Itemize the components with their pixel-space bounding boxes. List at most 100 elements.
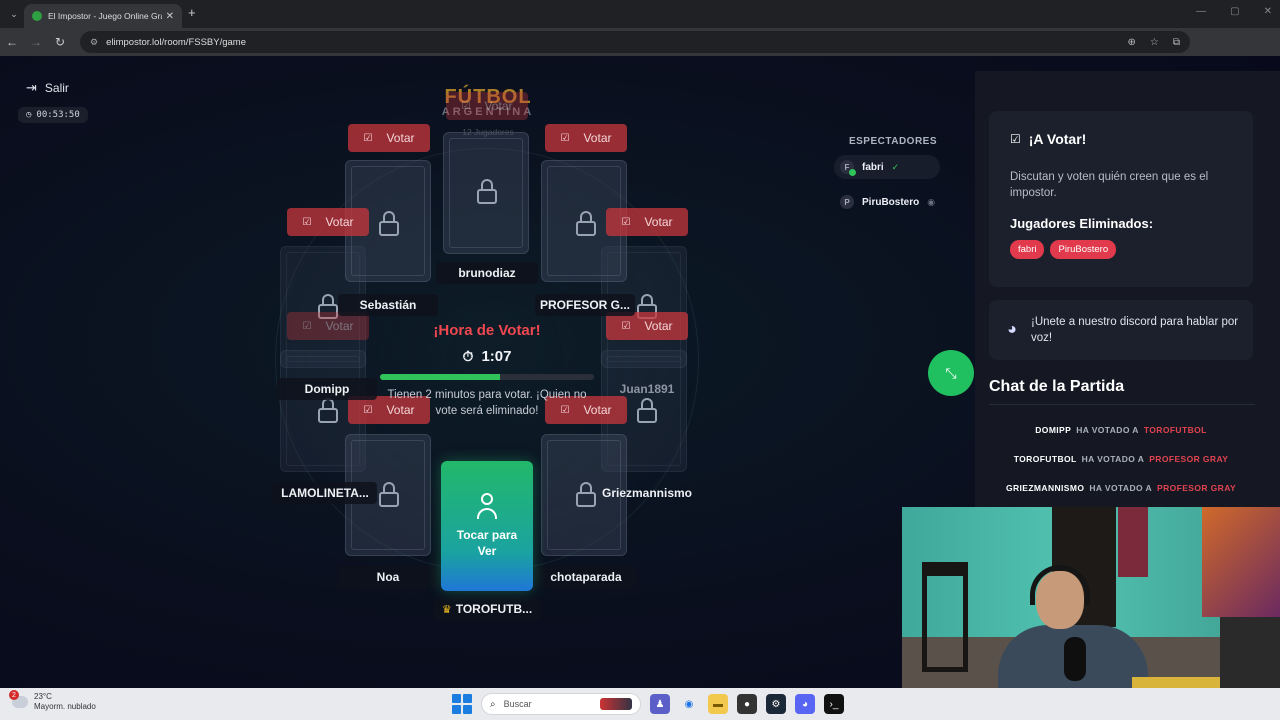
ballot-icon: ☑ xyxy=(1010,132,1021,146)
weather-widget[interactable]: 2 23°C Mayorm. nublado xyxy=(9,690,96,712)
browser-tab[interactable]: El Impostor - Juego Online Gra ✕ xyxy=(24,4,182,28)
clock-icon: ◷ xyxy=(26,110,32,120)
player-name: chotaparada xyxy=(536,566,636,588)
spectators-heading: ESPECTADORES xyxy=(848,136,938,147)
stopwatch-icon: ⏱ xyxy=(462,348,474,364)
discord-icon: ◕ xyxy=(1007,321,1017,338)
eye-icon: ◉ xyxy=(927,196,936,207)
lock-icon xyxy=(636,398,658,424)
vote-button[interactable]: ☑ Votar xyxy=(446,92,528,120)
new-tab-icon[interactable]: + xyxy=(188,5,196,20)
lock-icon xyxy=(476,179,498,205)
zoom-icon[interactable]: ⊕ xyxy=(1128,37,1136,48)
lock-icon xyxy=(378,211,400,237)
arrows-icon: ⤡ xyxy=(945,364,957,381)
vote-progress-bar xyxy=(380,374,594,380)
back-icon[interactable]: ← xyxy=(0,35,24,49)
teams-icon[interactable]: ♟ xyxy=(650,694,670,714)
eliminated-chip: PiruBostero xyxy=(1050,240,1117,259)
collapse-panel-button[interactable]: ⤡ xyxy=(928,350,974,396)
vote-button[interactable]: ☑ Votar xyxy=(348,124,430,152)
vote-description: Discutan y voten quién creen que es el i… xyxy=(1010,171,1209,199)
maximize-icon[interactable]: ▢ xyxy=(1230,6,1239,17)
taskbar-search[interactable]: ⌕ Buscar xyxy=(481,693,641,715)
ballot-icon: ☑ xyxy=(302,216,312,228)
search-placeholder: Buscar xyxy=(503,699,532,709)
player-name: Griezmannismo xyxy=(601,486,693,500)
vote-button[interactable]: ☑ Votar xyxy=(606,312,688,340)
weather-condition: Mayorm. nublado xyxy=(34,702,96,711)
chrome-icon[interactable]: ◉ xyxy=(679,694,699,714)
player-name: brunodiaz xyxy=(436,262,538,284)
ballot-icon: ☑ xyxy=(621,216,631,228)
tab-close-icon[interactable]: ✕ xyxy=(166,11,174,22)
search-highlight-icon xyxy=(600,698,632,710)
exit-label: Salir xyxy=(44,81,69,95)
file-explorer-icon[interactable]: ▬ xyxy=(708,694,728,714)
vote-info-card: ☑ ¡A Votar! Discutan y voten quién creen… xyxy=(989,111,1253,287)
discord-taskbar-icon[interactable]: ◕ xyxy=(795,694,815,714)
forward-icon[interactable]: → xyxy=(24,35,48,49)
extensions-icon[interactable]: ⧉ xyxy=(1173,37,1180,48)
countdown-value: 1:07 xyxy=(481,348,512,365)
player-name: PROFESOR G... xyxy=(535,294,635,316)
elapsed-time: 00:53:50 xyxy=(36,110,80,120)
vote-button[interactable]: ☑ Votar xyxy=(287,208,369,236)
reveal-label: Tocar para Ver xyxy=(456,528,518,558)
spectator-name: fabri xyxy=(862,161,884,173)
chat-message: DOMIPP HA VOTADO A TOROFUTBOL xyxy=(1035,425,1207,435)
url-text: elimpostor.lol/room/FSSBY/game xyxy=(106,36,246,48)
player-count: 12 Jugadores xyxy=(462,127,514,137)
crown-icon: ♛ xyxy=(441,603,452,616)
tab-title: El Impostor - Juego Online Gra xyxy=(48,11,162,21)
divider xyxy=(989,404,1255,405)
exit-button[interactable]: ⇥ Salir xyxy=(26,80,69,96)
bookmark-star-icon[interactable]: ☆ xyxy=(1150,37,1159,48)
avatar: P xyxy=(840,195,854,209)
lock-icon xyxy=(317,398,339,424)
discord-banner[interactable]: ◕ ¡Unete a nuestro discord para hablar p… xyxy=(989,300,1253,360)
lock-icon xyxy=(575,211,597,237)
spectators-list: ESPECTADORES F fabri ✓ P PiruBostero ◉ xyxy=(834,136,952,225)
minimize-icon[interactable]: — xyxy=(1196,6,1206,17)
temperature: 23°C xyxy=(34,692,52,701)
voting-status: ¡Hora de Votar! ⏱ 1:07 Tienen 2 minutos … xyxy=(380,322,594,419)
spectator-item: P PiruBostero ◉ xyxy=(834,190,952,214)
voting-heading: ¡Hora de Votar! xyxy=(433,322,541,339)
cloud-icon: 2 xyxy=(9,690,28,708)
terminal-icon[interactable]: ›_ xyxy=(824,694,844,714)
player-name: Sebastián xyxy=(338,294,438,316)
tab-search-icon[interactable]: ⌄ xyxy=(5,5,23,23)
avatar: F xyxy=(840,160,856,176)
reload-icon[interactable]: ↻ xyxy=(48,35,72,49)
window-controls: — ▢ ✕ xyxy=(1196,6,1272,17)
countdown: ⏱ 1:07 xyxy=(380,348,594,365)
check-circle-icon: ✓ xyxy=(891,161,900,172)
chat-list: DOMIPP HA VOTADO A TOROFUTBOL TOROFUTBOL HA… xyxy=(989,425,1253,512)
player-name: Domipp xyxy=(277,378,377,400)
reveal-role-card[interactable]: Tocar para Ver xyxy=(441,461,533,591)
vote-button[interactable]: ☑ Votar xyxy=(545,124,627,152)
player-name: LAMOLINETA... xyxy=(273,482,377,504)
ballot-icon: ☑ xyxy=(621,320,631,332)
eliminated-list: fabri PiruBostero xyxy=(1010,240,1232,259)
steam-icon[interactable]: ⚙ xyxy=(766,694,786,714)
lock-icon xyxy=(575,482,597,508)
vote-button[interactable]: ☑ Votar xyxy=(606,208,688,236)
vote-button[interactable]: ☑ Votar xyxy=(287,312,369,340)
vote-progress-fill xyxy=(380,374,500,380)
site-info-icon[interactable]: ⚙ xyxy=(90,37,98,48)
player-name: Juan1891 xyxy=(619,382,675,396)
address-bar[interactable]: ⚙ elimpostor.lol/room/FSSBY/game ⊕ ☆ ⧉ xyxy=(80,31,1190,53)
close-window-icon[interactable]: ✕ xyxy=(1264,6,1272,17)
vote-title: ☑ ¡A Votar! xyxy=(1010,131,1087,147)
site-favicon-icon xyxy=(32,11,42,21)
logout-icon: ⇥ xyxy=(26,80,37,95)
app-icon[interactable]: ● xyxy=(737,694,757,714)
discord-text: ¡Unete a nuestro discord para hablar por… xyxy=(1030,316,1239,344)
ballot-icon: ☑ xyxy=(560,132,570,144)
notification-badge: 2 xyxy=(9,690,19,700)
ballot-icon: ☑ xyxy=(363,132,373,144)
eliminated-heading: Jugadores Eliminados: xyxy=(1010,216,1154,231)
windows-start-icon[interactable] xyxy=(452,694,472,714)
